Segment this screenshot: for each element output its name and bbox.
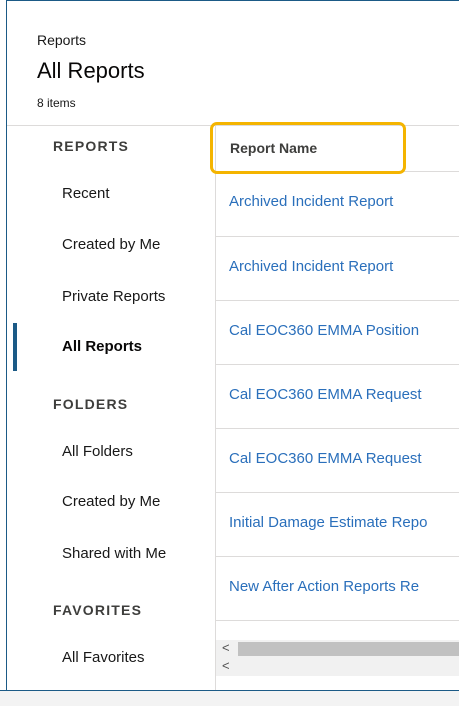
- sidebar-heading-reports: REPORTS: [53, 138, 130, 154]
- bottom-edge: [0, 690, 459, 706]
- scroll-left-arrow-icon-secondary[interactable]: <: [222, 658, 230, 673]
- report-link[interactable]: Archived Incident Report: [229, 258, 393, 275]
- page-title: All Reports: [37, 58, 145, 83]
- table-row: Initial Damage Estimate Repo: [216, 493, 459, 557]
- sidebar-item-recent[interactable]: Recent: [62, 185, 110, 202]
- report-link[interactable]: Initial Damage Estimate Repo: [229, 514, 427, 531]
- scrollbar-thumb[interactable]: [238, 642, 459, 656]
- active-nav-indicator: [13, 323, 17, 371]
- highlight-box: [210, 122, 406, 174]
- table-row: Archived Incident Report: [216, 237, 459, 301]
- report-link[interactable]: Cal EOC360 EMMA Request: [229, 386, 422, 403]
- table-row: New After Action Reports Re: [216, 557, 459, 621]
- table-row: Archived Incident Report: [216, 173, 459, 237]
- report-link[interactable]: Archived Incident Report: [229, 193, 393, 210]
- sidebar-heading-favorites: FAVORITES: [53, 602, 143, 618]
- table-row: Cal EOC360 EMMA Position: [216, 301, 459, 365]
- sidebar-item-private-reports[interactable]: Private Reports: [62, 288, 165, 305]
- sidebar-item-folders-created-by-me[interactable]: Created by Me: [62, 493, 160, 510]
- sidebar: REPORTS Recent Created by Me Private Rep…: [7, 126, 215, 690]
- scroll-left-arrow-icon[interactable]: <: [222, 640, 230, 655]
- report-link[interactable]: Cal EOC360 EMMA Request: [229, 450, 422, 467]
- sidebar-item-shared-with-me[interactable]: Shared with Me: [62, 545, 166, 562]
- reports-table: Report Name Archived Incident Report Arc…: [210, 122, 459, 690]
- sidebar-item-all-reports[interactable]: All Reports: [62, 338, 142, 355]
- sidebar-item-all-folders[interactable]: All Folders: [62, 443, 133, 460]
- column-header-report-name[interactable]: Report Name: [210, 122, 459, 174]
- table-row: Cal EOC360 EMMA Request: [216, 365, 459, 429]
- item-count: 8 items: [37, 96, 76, 110]
- table-row: Cal EOC360 EMMA Request: [216, 429, 459, 493]
- horizontal-scrollbar[interactable]: <: [216, 640, 459, 658]
- breadcrumb[interactable]: Reports: [37, 32, 86, 48]
- report-link[interactable]: Cal EOC360 EMMA Position: [229, 322, 419, 339]
- horizontal-scrollbar-secondary[interactable]: <: [216, 658, 459, 676]
- sidebar-heading-folders: FOLDERS: [53, 396, 129, 412]
- report-link[interactable]: New After Action Reports Re: [229, 578, 419, 595]
- sidebar-item-created-by-me[interactable]: Created by Me: [62, 236, 160, 253]
- sidebar-item-all-favorites[interactable]: All Favorites: [62, 649, 145, 666]
